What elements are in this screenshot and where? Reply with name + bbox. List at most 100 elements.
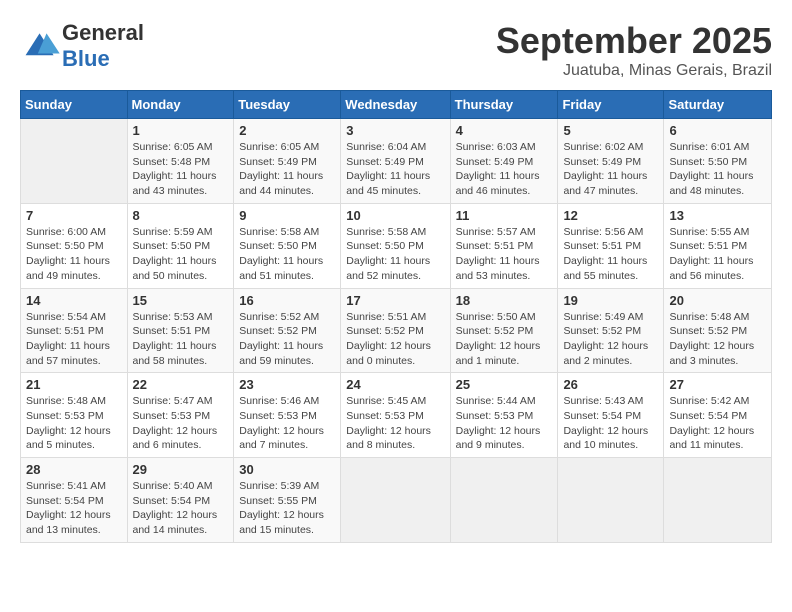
day-number: 14 [26,293,122,308]
day-number: 12 [563,208,658,223]
day-number: 22 [133,377,229,392]
day-info: Sunrise: 5:49 AM Sunset: 5:52 PM Dayligh… [563,310,658,369]
day-info: Sunrise: 5:48 AM Sunset: 5:53 PM Dayligh… [26,394,122,453]
day-info: Sunrise: 5:41 AM Sunset: 5:54 PM Dayligh… [26,479,122,538]
day-cell: 29Sunrise: 5:40 AM Sunset: 5:54 PM Dayli… [127,458,234,543]
day-number: 1 [133,123,229,138]
day-info: Sunrise: 6:02 AM Sunset: 5:49 PM Dayligh… [563,140,658,199]
week-row-4: 21 Sunrise: 5:48 AM Sunset: 5:53 PM Dayli… [21,373,772,458]
day-cell: 5 Sunrise: 6:02 AM Sunset: 5:49 PM Daylig… [558,119,664,204]
day-number: 13 [669,208,766,223]
day-number: 5 [563,123,658,138]
day-cell [558,458,664,543]
day-info: Sunrise: 6:00 AM Sunset: 5:50 PM Dayligh… [26,225,122,284]
day-number: 10 [346,208,444,223]
day-header-wednesday: Wednesday [341,91,450,119]
day-cell [21,119,128,204]
month-title: September 2025 [496,20,772,62]
day-cell: 21 Sunrise: 5:48 AM Sunset: 5:53 PM Dayli… [21,373,128,458]
day-cell [341,458,450,543]
day-cell: 30Sunrise: 5:39 AM Sunset: 5:55 PM Dayli… [234,458,341,543]
day-cell: 27 Sunrise: 5:42 AM Sunset: 5:54 PM Dayli… [664,373,772,458]
week-row-1: 1 Sunrise: 6:05 AM Sunset: 5:48 PM Daylig… [21,119,772,204]
day-number: 25 [456,377,553,392]
logo-icon [20,29,60,64]
day-cell: 12 Sunrise: 5:56 AM Sunset: 5:51 PM Dayli… [558,203,664,288]
day-info: Sunrise: 5:47 AM Sunset: 5:53 PM Dayligh… [133,394,229,453]
day-header-sunday: Sunday [21,91,128,119]
day-info: Sunrise: 5:59 AM Sunset: 5:50 PM Dayligh… [133,225,229,284]
day-cell: 8Sunrise: 5:59 AM Sunset: 5:50 PM Daylig… [127,203,234,288]
day-info: Sunrise: 5:55 AM Sunset: 5:51 PM Dayligh… [669,225,766,284]
title-area: September 2025 Juatuba, Minas Gerais, Br… [496,20,772,80]
day-info: Sunrise: 5:52 AM Sunset: 5:52 PM Dayligh… [239,310,335,369]
day-cell: 7 Sunrise: 6:00 AM Sunset: 5:50 PM Daylig… [21,203,128,288]
day-number: 24 [346,377,444,392]
day-number: 30 [239,462,335,477]
day-cell: 19 Sunrise: 5:49 AM Sunset: 5:52 PM Dayli… [558,288,664,373]
day-number: 26 [563,377,658,392]
day-cell [450,458,558,543]
day-header-friday: Friday [558,91,664,119]
day-info: Sunrise: 6:05 AM Sunset: 5:49 PM Dayligh… [239,140,335,199]
day-cell: 14 Sunrise: 5:54 AM Sunset: 5:51 PM Dayli… [21,288,128,373]
day-cell: 9Sunrise: 5:58 AM Sunset: 5:50 PM Daylig… [234,203,341,288]
day-cell: 3 Sunrise: 6:04 AM Sunset: 5:49 PM Daylig… [341,119,450,204]
day-number: 23 [239,377,335,392]
day-info: Sunrise: 6:01 AM Sunset: 5:50 PM Dayligh… [669,140,766,199]
day-info: Sunrise: 5:56 AM Sunset: 5:51 PM Dayligh… [563,225,658,284]
day-info: Sunrise: 6:05 AM Sunset: 5:48 PM Dayligh… [133,140,229,199]
day-info: Sunrise: 6:04 AM Sunset: 5:49 PM Dayligh… [346,140,444,199]
day-number: 21 [26,377,122,392]
day-number: 19 [563,293,658,308]
week-row-3: 14 Sunrise: 5:54 AM Sunset: 5:51 PM Dayli… [21,288,772,373]
day-cell: 2 Sunrise: 6:05 AM Sunset: 5:49 PM Daylig… [234,119,341,204]
day-cell: 11Sunrise: 5:57 AM Sunset: 5:51 PM Dayli… [450,203,558,288]
day-cell: 18Sunrise: 5:50 AM Sunset: 5:52 PM Dayli… [450,288,558,373]
day-cell: 20 Sunrise: 5:48 AM Sunset: 5:52 PM Dayli… [664,288,772,373]
day-number: 7 [26,208,122,223]
day-header-tuesday: Tuesday [234,91,341,119]
day-number: 3 [346,123,444,138]
day-cell: 25 Sunrise: 5:44 AM Sunset: 5:53 PM Dayli… [450,373,558,458]
days-header-row: SundayMondayTuesdayWednesdayThursdayFrid… [21,91,772,119]
day-info: Sunrise: 5:45 AM Sunset: 5:53 PM Dayligh… [346,394,444,453]
logo-blue-text: Blue [62,46,110,71]
day-cell: 10 Sunrise: 5:58 AM Sunset: 5:50 PM Dayli… [341,203,450,288]
day-cell: 13 Sunrise: 5:55 AM Sunset: 5:51 PM Dayli… [664,203,772,288]
day-number: 20 [669,293,766,308]
day-number: 16 [239,293,335,308]
day-info: Sunrise: 5:44 AM Sunset: 5:53 PM Dayligh… [456,394,553,453]
day-number: 4 [456,123,553,138]
day-info: Sunrise: 5:48 AM Sunset: 5:52 PM Dayligh… [669,310,766,369]
day-info: Sunrise: 5:40 AM Sunset: 5:54 PM Dayligh… [133,479,229,538]
day-number: 9 [239,208,335,223]
page-header: General Blue September 2025 Juatuba, Min… [20,20,772,80]
day-header-saturday: Saturday [664,91,772,119]
day-cell: 26Sunrise: 5:43 AM Sunset: 5:54 PM Dayli… [558,373,664,458]
day-cell: 6 Sunrise: 6:01 AM Sunset: 5:50 PM Daylig… [664,119,772,204]
location: Juatuba, Minas Gerais, Brazil [496,62,772,80]
day-info: Sunrise: 5:54 AM Sunset: 5:51 PM Dayligh… [26,310,122,369]
day-info: Sunrise: 5:53 AM Sunset: 5:51 PM Dayligh… [133,310,229,369]
day-cell: 17Sunrise: 5:51 AM Sunset: 5:52 PM Dayli… [341,288,450,373]
day-cell: 1 Sunrise: 6:05 AM Sunset: 5:48 PM Daylig… [127,119,234,204]
day-info: Sunrise: 5:58 AM Sunset: 5:50 PM Dayligh… [346,225,444,284]
day-header-thursday: Thursday [450,91,558,119]
day-cell: 16 Sunrise: 5:52 AM Sunset: 5:52 PM Dayli… [234,288,341,373]
day-number: 27 [669,377,766,392]
day-info: Sunrise: 5:42 AM Sunset: 5:54 PM Dayligh… [669,394,766,453]
day-cell: 22 Sunrise: 5:47 AM Sunset: 5:53 PM Dayli… [127,373,234,458]
day-info: Sunrise: 6:03 AM Sunset: 5:49 PM Dayligh… [456,140,553,199]
logo: General Blue [20,20,144,72]
day-number: 2 [239,123,335,138]
day-number: 6 [669,123,766,138]
day-info: Sunrise: 5:46 AM Sunset: 5:53 PM Dayligh… [239,394,335,453]
week-row-5: 28 Sunrise: 5:41 AM Sunset: 5:54 PM Dayli… [21,458,772,543]
day-number: 15 [133,293,229,308]
day-number: 28 [26,462,122,477]
day-cell: 28 Sunrise: 5:41 AM Sunset: 5:54 PM Dayli… [21,458,128,543]
day-info: Sunrise: 5:51 AM Sunset: 5:52 PM Dayligh… [346,310,444,369]
day-info: Sunrise: 5:50 AM Sunset: 5:52 PM Dayligh… [456,310,553,369]
day-cell: 4 Sunrise: 6:03 AM Sunset: 5:49 PM Daylig… [450,119,558,204]
